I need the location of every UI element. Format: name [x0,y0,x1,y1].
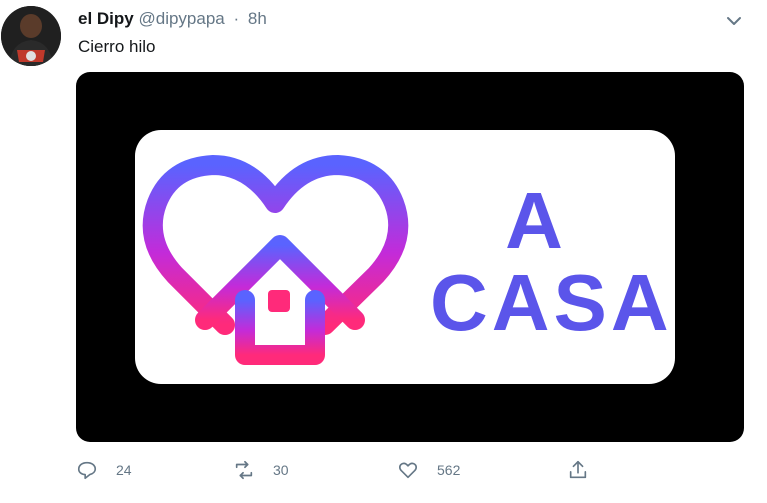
share-button[interactable] [567,455,589,485]
chevron-down-icon[interactable] [723,10,745,32]
tweet[interactable]: el Dipy @dipypapa · 8h Cierro hilo A CAS… [0,0,767,503]
author-handle[interactable]: @dipypapa [138,9,224,28]
like-button[interactable]: 562 [397,455,460,485]
avatar[interactable] [1,6,61,66]
reply-count: 24 [116,462,132,478]
separator: · [233,9,240,28]
reply-button[interactable]: 24 [76,455,132,485]
author-name[interactable]: el Dipy [78,9,134,28]
sticker-text: A CASA [430,176,673,347]
like-icon [397,459,419,481]
share-icon [567,459,589,481]
retweet-icon [233,459,255,481]
retweet-button[interactable]: 30 [233,455,289,485]
reply-icon [76,459,98,481]
heart-house-logo [135,125,425,385]
like-count: 562 [437,462,461,478]
tweet-text: Cierro hilo [78,37,156,56]
sticker-line-1: A [505,176,565,265]
tweet-actions: 24 30 562 [0,455,767,485]
timestamp[interactable]: 8h [248,9,267,28]
tweet-header: el Dipy @dipypapa · 8h [78,8,267,30]
retweet-count: 30 [273,462,289,478]
sticker-line-2: CASA [430,258,673,347]
